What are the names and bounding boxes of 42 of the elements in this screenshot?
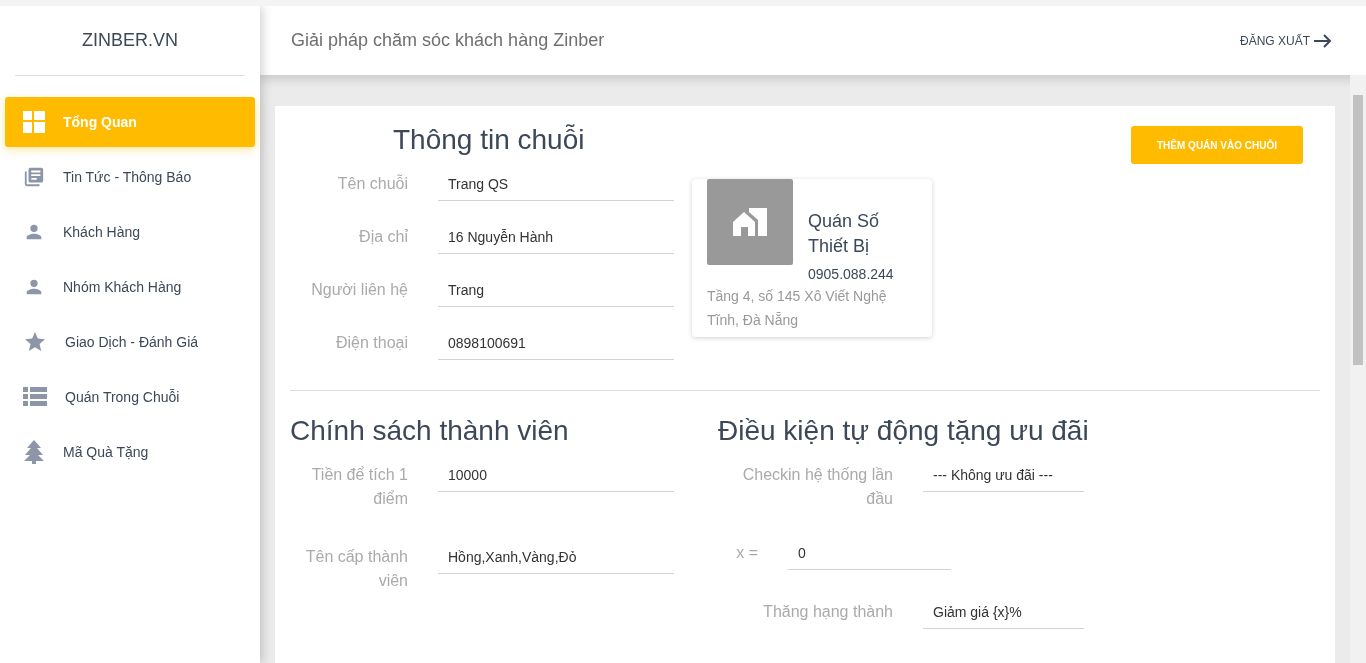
field-label: x = <box>735 543 758 563</box>
nav-item[interactable]: Nhóm Khách Hàng <box>5 262 255 312</box>
text-field[interactable]: Trang <box>438 276 674 307</box>
list-icon <box>23 387 47 407</box>
field-label: Checkin hệ thống lần đầu <box>741 465 893 509</box>
nav-item[interactable]: Tin Tức - Thông Báo <box>5 152 255 202</box>
store-card[interactable]: Quán Số Thiết Bị 0905.088.244 Tầng 4, số 145 Xô Viết Nghệ Tĩnh, Đà Nẵng <box>692 179 932 337</box>
field-label: Người liên hệ <box>310 280 408 300</box>
field-label: Tiền để tích 1 điểm <box>310 465 408 509</box>
newspaper-icon <box>23 166 45 188</box>
field-label: Tên cấp thành viên <box>304 547 408 591</box>
text-field[interactable]: Trang QS <box>438 170 674 201</box>
section-title: Điều kiện tự động tặng ưu đãi <box>718 415 1090 447</box>
field-label: Thăng hạng thành <box>762 602 893 622</box>
text-field[interactable]: Hồng,Xanh,Vàng,Đỏ <box>438 543 674 574</box>
arrow-right-icon <box>1314 33 1332 48</box>
text-field[interactable]: --- Không ưu đãi --- <box>923 461 1084 492</box>
store-name: Quán Số Thiết Bị <box>808 210 881 258</box>
section-title: Chính sách thành viên <box>290 415 570 447</box>
text-field[interactable]: 0 <box>788 539 951 570</box>
building-icon <box>733 208 767 236</box>
field-label: Điện thoại <box>334 333 408 353</box>
brand-logo: ZINBER.VN <box>15 6 245 76</box>
star-icon <box>23 330 47 354</box>
scrollbar[interactable] <box>1350 75 1366 663</box>
nav-item[interactable]: Khách Hàng <box>5 207 255 257</box>
text-field[interactable]: 16 Nguyễn Hành <box>438 223 674 254</box>
logout-link[interactable]: ĐĂNG XUẤT <box>1240 33 1332 48</box>
tree-icon <box>23 440 45 464</box>
nav-item[interactable]: Mã Quà Tặng <box>5 427 255 477</box>
field-label: Địa chỉ <box>358 227 408 247</box>
field-label: Tên chuỗi <box>336 173 408 194</box>
text-field[interactable]: 10000 <box>438 461 674 492</box>
store-phone: 0905.088.244 <box>808 265 895 284</box>
nav-item[interactable]: Quán Trong Chuỗi <box>5 372 255 422</box>
page-title: Giải pháp chăm sóc khách hàng Zinber <box>291 30 605 51</box>
text-field[interactable]: 0898100691 <box>438 329 674 360</box>
store-address: Tầng 4, số 145 Xô Viết Nghệ Tĩnh, Đà Nẵng <box>707 287 888 330</box>
text-field[interactable]: Giảm giá {x}% <box>923 598 1084 629</box>
section-title: Thông tin chuỗi <box>392 124 586 156</box>
dashboard-icon <box>23 111 45 133</box>
nav-item[interactable]: Giao Dịch - Đánh Giá <box>5 317 255 367</box>
